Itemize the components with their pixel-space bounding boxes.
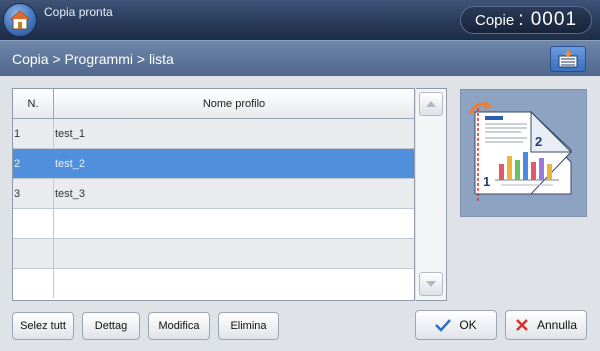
select-all-button[interactable]: Selez tutt — [12, 312, 74, 340]
table-row[interactable] — [13, 209, 414, 239]
breadcrumb: Copia > Programmi > lista — [12, 51, 174, 67]
row-profile-name — [54, 239, 414, 268]
copies-label: Copie — [474, 11, 515, 29]
scroll-down-button[interactable] — [419, 272, 443, 296]
table-row[interactable] — [13, 269, 414, 300]
scroll-up-button[interactable] — [419, 92, 443, 116]
row-number: 2 — [13, 149, 54, 178]
copies-value: : 0001 — [518, 9, 578, 30]
home-button[interactable] — [3, 3, 37, 37]
breadcrumb-bar: Copia > Programmi > lista — [0, 40, 600, 76]
table-scrollbar[interactable] — [416, 88, 447, 301]
copies-counter: Copie : 0001 — [460, 6, 592, 34]
column-header-number: N. — [13, 89, 54, 119]
row-number: 3 — [13, 179, 54, 208]
triangle-down-icon — [426, 281, 436, 287]
row-profile-name: test_1 — [55, 127, 85, 140]
table-header: N. Nome profilo — [13, 89, 414, 119]
cancel-button[interactable]: Annulla — [505, 310, 587, 340]
row-profile-name — [54, 269, 414, 298]
check-icon — [435, 318, 452, 332]
profile-table: N. Nome profilo 1 test_1 2 test_2 3 test… — [12, 88, 415, 301]
row-number — [13, 269, 54, 298]
page-number-1: 1 — [483, 174, 490, 189]
cancel-label: Annulla — [536, 318, 578, 332]
program-preview: 1 2 — [460, 89, 587, 217]
ok-button[interactable]: OK — [415, 310, 497, 340]
table-row[interactable]: 1 test_1 — [13, 119, 414, 149]
table-row[interactable] — [13, 239, 414, 269]
program-save-icon — [558, 50, 578, 68]
home-icon — [9, 10, 31, 30]
row-number: 1 — [13, 119, 54, 148]
row-profile-name: test_3 — [55, 187, 85, 200]
table-row-selected[interactable]: 2 test_2 — [13, 149, 414, 179]
details-button[interactable]: Dettag — [82, 312, 140, 340]
row-number — [13, 209, 54, 238]
row-profile-name: test_2 — [55, 157, 85, 170]
programs-button[interactable] — [550, 46, 586, 72]
modify-button[interactable]: Modifica — [148, 312, 210, 340]
top-bar: Copia pronta Copie : 0001 — [0, 0, 600, 40]
ok-label: OK — [459, 318, 477, 332]
machine-status: Copia pronta — [44, 5, 113, 19]
two-sided-copy-illustration: 1 2 — [469, 101, 573, 202]
row-profile-name — [54, 209, 414, 238]
column-header-name: Nome profilo — [202, 98, 266, 110]
close-icon — [515, 318, 529, 332]
row-number — [13, 239, 54, 268]
triangle-up-icon — [426, 101, 436, 107]
table-row[interactable]: 3 test_3 — [13, 179, 414, 209]
delete-button[interactable]: Elimina — [218, 312, 279, 340]
page-number-2: 2 — [535, 134, 542, 149]
